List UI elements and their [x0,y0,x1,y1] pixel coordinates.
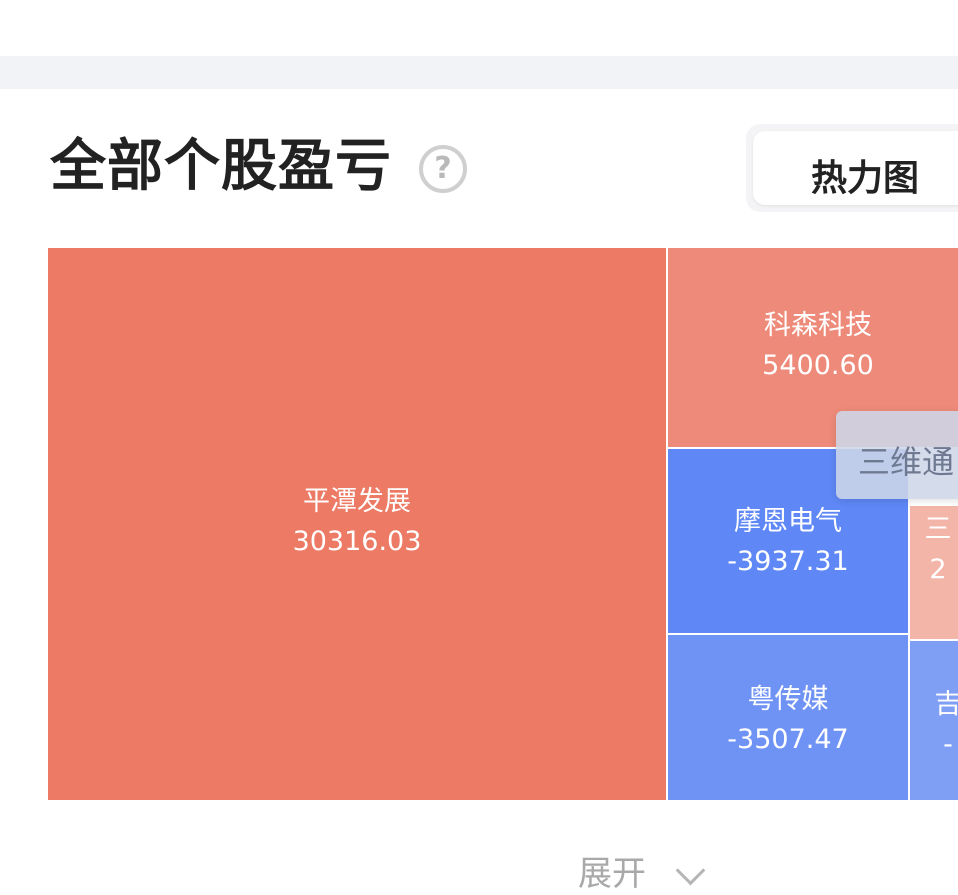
treemap-cell-value: 5400.60 [762,350,874,381]
treemap-cell-rect[interactable] [668,635,908,800]
page-title: 全部个股盈亏 [50,134,392,200]
treemap-cell-rect[interactable] [910,641,958,800]
expand-button[interactable]: 展开 [578,846,646,886]
treemap-cell-name: 吉 [935,689,958,720]
treemap-cell-value: - [943,729,953,760]
heatmap-view-button[interactable]: 热力图 [753,131,958,205]
treemap-cell-name: 三 [925,514,952,545]
treemap-cell-rect[interactable] [48,248,666,800]
question-circle-icon[interactable]: ? [419,145,467,193]
treemap-cell[interactable]: 吉- [910,641,958,800]
view-toggle: 热力图 [746,124,958,212]
treemap-cell[interactable]: 三2 [910,506,958,639]
hover-tooltip: 三维通 [836,411,958,499]
treemap-cell-name: 平潭发展 [303,486,411,517]
treemap-cell-name: 摩恩电气 [734,506,842,537]
treemap-cell[interactable]: 粤传媒 -3507.47 [668,635,908,800]
treemap-cell-name: 粤传媒 [748,684,829,715]
treemap-svg: 平潭发展30316.03科森科技5400.60摩恩电气-3937.31三2粤传媒… [48,248,958,800]
treemap-cell-value: -3937.31 [727,546,848,577]
section-divider [0,56,958,89]
treemap-cell-value: 30316.03 [293,526,422,557]
treemap-cell-name: 科森科技 [764,310,872,341]
top-spacer [0,0,958,56]
chevron-down-icon [676,856,706,886]
treemap-cell-value: -3507.47 [727,724,848,755]
expand-label: 展开 [578,854,646,894]
stock-pnl-treemap: 平潭发展30316.03科森科技5400.60摩恩电气-3937.31三2粤传媒… [48,248,958,800]
treemap-cell-value: 2 [929,554,946,585]
heatmap-view-label: 热力图 [811,149,919,201]
tooltip-text: 三维通 [858,437,954,483]
treemap-cell[interactable]: 平潭发展 30316.03 [48,248,666,800]
